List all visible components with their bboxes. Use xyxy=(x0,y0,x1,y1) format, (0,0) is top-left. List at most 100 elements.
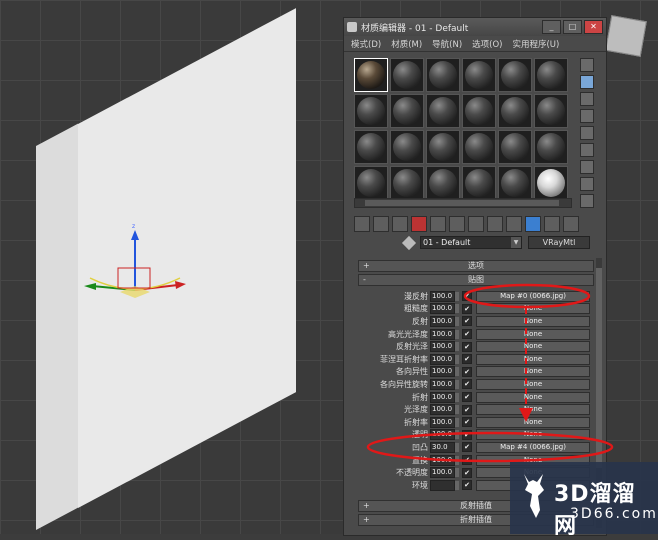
map-amount[interactable]: 100.0 xyxy=(430,404,455,416)
maximize-button[interactable]: □ xyxy=(563,20,582,34)
map-amount[interactable] xyxy=(430,479,455,491)
chevron-down-icon[interactable]: ▼ xyxy=(511,237,521,248)
select-by-material-icon[interactable] xyxy=(580,177,594,191)
put-to-scene-icon[interactable] xyxy=(373,216,389,232)
spinner-icon[interactable] xyxy=(455,455,459,465)
sample-slot[interactable] xyxy=(462,94,496,128)
map-amount[interactable]: 30.0 xyxy=(430,441,455,453)
eyedropper-icon[interactable] xyxy=(401,235,417,250)
minimize-button[interactable]: _ xyxy=(542,20,561,34)
sample-slot[interactable] xyxy=(498,58,532,92)
video-color-check-icon[interactable] xyxy=(580,126,594,140)
sample-slot[interactable] xyxy=(426,166,460,200)
spinner-icon[interactable] xyxy=(455,430,459,440)
map-slot-button[interactable]: Map #4 (0066.jpg) xyxy=(476,441,590,453)
material-type-button[interactable]: VRayMtl xyxy=(528,236,590,249)
backlight-icon[interactable] xyxy=(580,75,594,89)
reset-map-icon[interactable] xyxy=(411,216,427,232)
map-amount[interactable]: 100.0 xyxy=(430,378,455,390)
map-amount[interactable]: 100.0 xyxy=(430,454,455,466)
map-amount[interactable]: 100.0 xyxy=(430,315,455,327)
spinner-icon[interactable] xyxy=(455,354,459,364)
map-amount[interactable]: 100.0 xyxy=(430,429,455,441)
map-slot-button[interactable]: Map #0 (0066.jpg) xyxy=(476,290,590,302)
close-button[interactable]: ✕ xyxy=(584,20,603,34)
sample-slot[interactable] xyxy=(534,94,568,128)
sample-slot[interactable] xyxy=(426,130,460,164)
map-checkbox[interactable]: ✔ xyxy=(462,392,472,403)
sample-slot[interactable] xyxy=(534,166,568,200)
menu-navigation[interactable]: 导航(N) xyxy=(432,38,462,50)
sample-slot[interactable] xyxy=(354,130,388,164)
map-checkbox[interactable]: ✔ xyxy=(462,480,472,491)
map-amount[interactable]: 100.0 xyxy=(430,353,455,365)
uv-tiling-icon[interactable] xyxy=(580,109,594,123)
map-checkbox[interactable]: ✔ xyxy=(462,442,472,453)
sample-slot[interactable] xyxy=(534,58,568,92)
sample-slot[interactable] xyxy=(354,94,388,128)
map-checkbox[interactable]: ✔ xyxy=(462,354,472,365)
sample-slot[interactable] xyxy=(354,166,388,200)
sample-slot[interactable] xyxy=(534,130,568,164)
sample-slot[interactable] xyxy=(354,58,388,92)
map-slot-button[interactable]: None xyxy=(476,303,590,315)
background-icon[interactable] xyxy=(580,92,594,106)
spinner-icon[interactable] xyxy=(455,468,459,478)
sample-slot[interactable] xyxy=(426,94,460,128)
map-amount[interactable]: 100.0 xyxy=(430,391,455,403)
rollout-maps[interactable]: - 贴图 xyxy=(358,274,594,286)
slots-scrollbar[interactable] xyxy=(354,198,572,208)
spinner-icon[interactable] xyxy=(455,480,459,490)
map-checkbox[interactable]: ✔ xyxy=(462,366,472,377)
sample-slot[interactable] xyxy=(390,130,424,164)
map-checkbox[interactable]: ✔ xyxy=(462,341,472,352)
sample-slot[interactable] xyxy=(390,166,424,200)
sample-slot[interactable] xyxy=(462,166,496,200)
scroll-thumb[interactable] xyxy=(596,268,602,468)
map-amount[interactable]: 100.0 xyxy=(430,467,455,479)
spinner-icon[interactable] xyxy=(455,329,459,339)
map-slot-button[interactable]: None xyxy=(476,416,590,428)
map-checkbox[interactable]: ✔ xyxy=(462,316,472,327)
sample-slot[interactable] xyxy=(498,94,532,128)
rollout-options[interactable]: + 选项 xyxy=(358,260,594,272)
sample-slot[interactable] xyxy=(498,166,532,200)
map-checkbox[interactable]: ✔ xyxy=(462,291,472,302)
map-amount[interactable]: 100.0 xyxy=(430,366,455,378)
menu-options[interactable]: 选项(O) xyxy=(472,38,502,50)
map-slot-button[interactable]: None xyxy=(476,378,590,390)
sample-slot[interactable] xyxy=(390,58,424,92)
sample-slot[interactable] xyxy=(462,130,496,164)
make-preview-icon[interactable] xyxy=(580,143,594,157)
spinner-icon[interactable] xyxy=(455,304,459,314)
map-slot-button[interactable]: None xyxy=(476,429,590,441)
sample-slot[interactable] xyxy=(498,130,532,164)
map-checkbox[interactable]: ✔ xyxy=(462,303,472,314)
map-checkbox[interactable]: ✔ xyxy=(462,329,472,340)
copy-material-icon[interactable] xyxy=(430,216,446,232)
menu-material[interactable]: 材质(M) xyxy=(391,38,422,50)
sample-slot[interactable] xyxy=(426,58,460,92)
sample-type-icon[interactable] xyxy=(580,58,594,72)
viewcube[interactable] xyxy=(605,15,647,57)
map-slot-button[interactable]: None xyxy=(476,315,590,327)
go-to-parent-icon[interactable] xyxy=(544,216,560,232)
menu-mode[interactable]: 模式(D) xyxy=(351,38,381,50)
map-amount[interactable]: 100.0 xyxy=(430,303,455,315)
map-slot-button[interactable]: None xyxy=(476,404,590,416)
material-map-navigator-icon[interactable] xyxy=(580,194,594,208)
map-checkbox[interactable]: ✔ xyxy=(462,379,472,390)
map-checkbox[interactable]: ✔ xyxy=(462,455,472,466)
map-slot-button[interactable]: None xyxy=(476,328,590,340)
map-checkbox[interactable]: ✔ xyxy=(462,429,472,440)
spinner-icon[interactable] xyxy=(455,367,459,377)
assign-to-selection-icon[interactable] xyxy=(392,216,408,232)
material-id-channel-icon[interactable] xyxy=(487,216,503,232)
go-forward-sibling-icon[interactable] xyxy=(563,216,579,232)
show-end-result-icon[interactable] xyxy=(525,216,541,232)
show-shaded-icon[interactable] xyxy=(506,216,522,232)
box-object-side[interactable] xyxy=(78,8,296,509)
spinner-icon[interactable] xyxy=(455,405,459,415)
spinner-icon[interactable] xyxy=(455,342,459,352)
map-slot-button[interactable]: None xyxy=(476,366,590,378)
